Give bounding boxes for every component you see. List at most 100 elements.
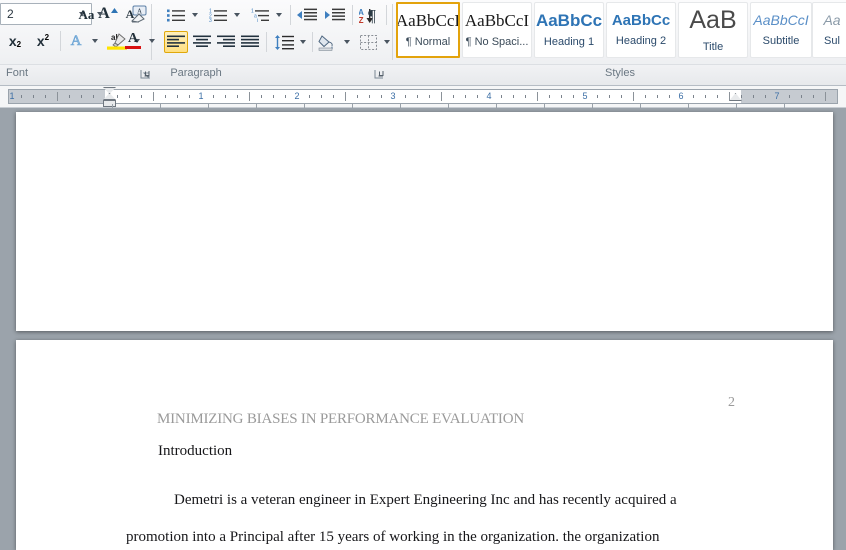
ruler-number: 2 — [294, 91, 300, 101]
decrease-indent-icon — [297, 8, 317, 20]
ruler-tick — [81, 95, 82, 98]
align-left-icon — [167, 35, 185, 47]
line-spacing-dropdown[interactable] — [296, 31, 309, 53]
style-label: ¶ Normal — [405, 36, 451, 49]
style-normal[interactable]: AaBbCcI ¶ Normal — [396, 2, 460, 58]
style-subtitle[interactable]: AaBbCcI Subtitle — [750, 2, 812, 58]
style-preview: Aa — [823, 12, 841, 29]
multilevel-list-icon: 1 a i — [251, 8, 269, 23]
ruler-tick — [825, 92, 826, 101]
style-heading-1[interactable]: AaBbCс Heading 1 — [534, 2, 604, 58]
style-subtle-emphasis[interactable]: Aa Sul — [812, 2, 846, 58]
show-formatting-marks-button[interactable]: ¶ — [360, 4, 384, 26]
numbering-button[interactable]: 1 2 3 — [206, 4, 230, 26]
ruler-tick — [741, 95, 742, 98]
align-right-button[interactable] — [214, 31, 238, 53]
ruler-tick — [633, 92, 634, 101]
paragraph-dialog-launcher[interactable] — [374, 69, 386, 81]
ruler-tick — [249, 92, 250, 101]
ruler[interactable]: 1 1 2 3 4 5 6 7 — [0, 86, 846, 108]
increase-indent-button[interactable] — [322, 4, 348, 26]
multilevel-list-button[interactable]: 1 a i — [248, 4, 272, 26]
clear-formatting-icon: A — [130, 5, 147, 23]
align-center-button[interactable] — [190, 31, 214, 53]
ruler-tick — [21, 95, 22, 98]
change-case-button[interactable]: Aa — [74, 3, 108, 25]
text-effects-icon: A — [70, 32, 82, 49]
ruler-tick — [69, 95, 70, 98]
bullets-dropdown[interactable] — [188, 4, 201, 26]
dialog-launcher-icon — [374, 70, 384, 79]
multilevel-list-dropdown[interactable] — [272, 4, 285, 26]
font-color-button[interactable]: A — [120, 30, 146, 52]
page-number: 2 — [728, 395, 735, 410]
borders-button[interactable] — [356, 31, 380, 53]
style-heading-2[interactable]: AaBbCc Heading 2 — [606, 2, 676, 58]
nop15 — [330, 4, 332, 6]
ruler-tick — [549, 95, 550, 98]
text-effects-button[interactable]: A — [64, 30, 88, 52]
group-label-paragraph: Paragraph — [170, 67, 222, 79]
ruler-tick — [765, 95, 766, 98]
superscript-button[interactable]: x 2 — [30, 30, 56, 52]
shading-dropdown[interactable] — [340, 31, 353, 53]
style-label: Title — [702, 40, 724, 53]
font-color-dropdown[interactable] — [146, 30, 157, 52]
ruler-number: 3 — [390, 91, 396, 101]
group-label-styles: Styles — [605, 67, 635, 79]
document-page-1[interactable] — [16, 112, 833, 331]
change-case-icon: Aa — [78, 6, 95, 22]
ribbon: 2 A A Aa A x 2 x 2 A ab 1 2 3 1 a i A Z … — [0, 0, 846, 86]
align-center-icon — [193, 35, 211, 47]
nop7 — [62, 3, 64, 5]
borders-icon — [359, 34, 377, 50]
ruler-track[interactable]: 1 1 2 3 4 5 6 7 — [8, 89, 838, 104]
document-canvas[interactable]: 2 MINIMIZING BIASES IN PERFORMANCE EVALU… — [0, 108, 846, 550]
justify-icon — [241, 35, 259, 47]
ruler-tick — [501, 95, 502, 98]
ruler-tick — [381, 95, 382, 98]
ruler-tick — [789, 95, 790, 98]
line-spacing-button[interactable] — [272, 31, 296, 53]
justify-button[interactable] — [238, 31, 262, 53]
bullets-icon — [166, 9, 185, 21]
ruler-tick — [237, 95, 238, 98]
clear-formatting-button[interactable]: A — [126, 3, 154, 25]
ruler-tick — [165, 95, 166, 98]
ruler-tick — [453, 95, 454, 98]
document-page-2[interactable]: 2 MINIMIZING BIASES IN PERFORMANCE EVALU… — [16, 340, 833, 550]
subscript-button[interactable]: x 2 — [2, 30, 28, 52]
align-left-button[interactable] — [164, 31, 188, 53]
style-title[interactable]: AaB Title — [678, 2, 748, 58]
ruler-tick — [537, 92, 538, 101]
ruler-tick — [273, 95, 274, 98]
ruler-tick — [141, 95, 142, 98]
font-size-input[interactable]: 2 — [1, 7, 73, 21]
style-label: ¶ No Spaci... — [465, 36, 529, 49]
ruler-tick — [609, 95, 610, 98]
style-preview: AaBbCcI — [753, 12, 809, 29]
ruler-tick — [513, 95, 514, 98]
style-no-spacing[interactable]: AaBbCcI ¶ No Spaci... — [462, 2, 532, 58]
ruler-tick — [45, 95, 46, 98]
text-effects-dropdown[interactable] — [88, 30, 101, 52]
ruler-tick — [429, 95, 430, 98]
numbering-icon: 1 2 3 — [209, 8, 227, 23]
ruler-tick — [57, 92, 58, 101]
ruler-tick — [189, 95, 190, 98]
shading-button[interactable] — [316, 31, 340, 53]
font-color-swatch — [125, 45, 141, 50]
ruler-number: 5 — [582, 91, 588, 101]
style-label: Subtitle — [762, 34, 800, 47]
numbering-dropdown[interactable] — [230, 4, 243, 26]
decrease-indent-button[interactable] — [294, 4, 320, 26]
svg-text:i: i — [257, 18, 258, 23]
superscript-icon: x — [36, 33, 45, 49]
ruler-tick — [213, 95, 214, 98]
style-label: Heading 1 — [543, 36, 595, 49]
ruler-tick — [525, 95, 526, 98]
line-spacing-icon — [275, 34, 294, 50]
bullets-button[interactable] — [164, 4, 188, 26]
style-preview: AaBbCc — [611, 11, 671, 29]
font-color-icon: A — [127, 30, 139, 46]
